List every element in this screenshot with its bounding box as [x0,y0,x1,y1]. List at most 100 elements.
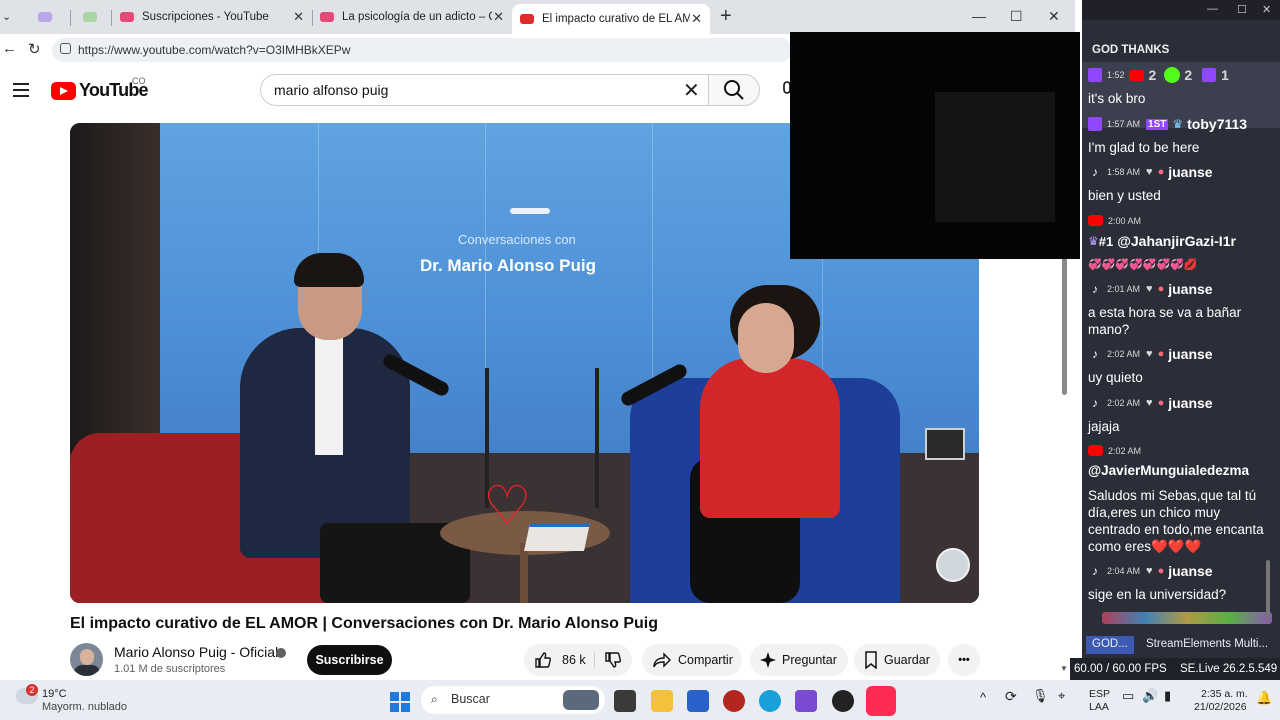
chat-username: juanse [1168,281,1213,297]
chat-time: 2:02 AM [1108,445,1142,456]
task-view-icon[interactable] [614,690,636,712]
scroll-down-arrow-icon[interactable]: ▼ [1060,664,1068,673]
country-code: CO [132,76,146,86]
reload-icon[interactable]: ↻ [28,40,41,58]
chat-maximize-icon[interactable]: ☐ [1237,3,1247,16]
dock-tab-god[interactable]: GOD... [1086,636,1134,654]
weather-badge: 2 [26,684,38,696]
heart-badge-icon: ♥ [1146,397,1153,409]
backdrop-glow [510,208,550,214]
windows-start-icon[interactable] [390,692,410,712]
like-divider [594,652,595,668]
maximize-button[interactable]: ☐ [1010,8,1023,25]
language-line1[interactable]: ESP [1089,688,1110,700]
obs-status-bar: 60.00 / 60.00 FPS SE.Live 26.2.5.549 [1070,658,1280,680]
site-info-icon[interactable] [60,43,71,54]
weather-description[interactable]: Mayorm. nublado [42,701,127,713]
search-highlight-image [563,690,599,710]
dock-tab-streamelements[interactable]: StreamElements Multi... [1140,636,1274,654]
clock-date[interactable]: 21/02/2026 [1194,701,1247,713]
tiktok-icon: ♪ [1092,396,1098,410]
chat-username: @JahanjirGazi-I1r [1117,233,1236,249]
speaker-box [925,428,965,460]
kick-icon [1164,67,1181,83]
menu-icon[interactable] [13,83,29,101]
chat-message-header: ♪ 2:02 AM ♥ ● juanse [1088,395,1213,411]
chat-dock-tabs: GOD... StreamElements Multi... [1082,633,1280,655]
browser-tab-1[interactable] [30,4,70,30]
app-red-shield-icon[interactable] [723,690,745,712]
thumbs-up-icon[interactable] [534,651,552,669]
chat-close-icon[interactable]: ✕ [1262,3,1271,16]
save-button[interactable]: Guardar [854,644,940,676]
chat-username: juanse [1168,346,1213,362]
weather-temp[interactable]: 19°C [42,688,67,700]
mic-tray-icon[interactable]: 🎙 [1032,689,1049,702]
tab-close-icon[interactable]: ✕ [493,9,504,25]
chat-message-header: ♪ 2:04 AM ♥ ● juanse [1088,563,1213,579]
thumbs-down-icon[interactable] [604,651,622,669]
game-app-icon[interactable] [795,690,817,712]
battery-icon[interactable]: ▮ [1164,689,1171,702]
chat-message-text: it's ok bro [1088,91,1146,106]
chat-message-header: ♪ 2:01 AM ♥ ● juanse [1088,281,1213,297]
youtube-favicon-icon [320,12,334,22]
chat-message-text: jajaja [1088,419,1120,434]
chat-username: juanse [1168,563,1213,579]
chat-message-header: ♪ 1:58 AM ♥ ● juanse [1088,164,1213,180]
browser-tab-subscriptions[interactable]: Suscripciones - YouTube ✕ [112,4,312,30]
sync-icon[interactable]: ⟳ [1005,689,1017,703]
clock-time[interactable]: 2:35 a. m. [1201,688,1248,700]
gift-badge-icon: ● [1157,565,1165,577]
store-app-icon[interactable] [687,690,709,712]
language-line2[interactable]: LAA [1089,701,1109,713]
tiktok-live-icon[interactable] [866,686,896,716]
notification-bell-icon[interactable]: 🔔 [1256,691,1272,704]
share-button[interactable]: Compartir [642,644,742,676]
new-tab-button[interactable]: + [720,5,732,28]
chat-minimize-icon[interactable]: — [1207,3,1218,15]
tab-close-icon[interactable]: ✕ [691,11,702,27]
taskbar-search-box[interactable]: ⌕ Buscar [421,686,605,714]
version-label: SE.Live 26.2.5.549 [1180,663,1278,675]
chat-scrollbar[interactable] [1266,560,1270,620]
mic-stand [595,368,599,508]
channel-watermark-avatar[interactable] [936,548,970,582]
tab-favicon [38,12,52,22]
subscribe-button[interactable]: Suscribirse [307,645,392,675]
like-count[interactable]: 86 k [562,653,586,667]
youtube-favicon-icon [520,14,534,24]
volume-icon[interactable]: 🔊 [1142,689,1158,702]
youtube-count: 2 [1148,67,1157,83]
tab-close-icon[interactable]: ✕ [293,9,304,25]
chat-time: 2:01 AM [1107,284,1141,294]
rank-badge: #1 [1098,233,1114,249]
search-input[interactable]: mario alfonso puig [260,74,708,106]
ask-button[interactable]: Preguntar [750,644,848,676]
obs-icon[interactable] [832,690,854,712]
browser-tab-psicologia[interactable]: La psicología de un adicto – Carl J ✕ [312,4,512,30]
browser-tab-active[interactable]: El impacto curativo de EL AMOR | ✕ [512,4,710,34]
file-explorer-icon[interactable] [651,690,673,712]
woman-head [738,303,794,373]
tab-list-chevron-icon[interactable]: ⌄ [2,10,11,23]
youtube-favicon-icon [120,12,134,22]
chat-time: 2:00 AM [1108,215,1142,226]
chat-header: GOD THANKS [1092,44,1170,56]
back-arrow-icon[interactable]: ← [2,40,17,57]
network-icon[interactable]: ▭ [1122,689,1134,702]
ask-label: Preguntar [782,653,837,667]
browser-tab-2[interactable] [75,4,111,30]
clear-search-icon[interactable]: ✕ [683,78,700,103]
first-badge: 1ST [1146,118,1169,130]
search-button[interactable] [708,74,760,106]
url-field[interactable]: https://www.youtube.com/watch?v=O3IMHBkX… [52,38,792,62]
edge-browser-icon[interactable] [759,690,781,712]
minimize-button[interactable]: — [972,8,986,24]
tray-overflow-icon[interactable]: ^ [980,691,986,704]
channel-avatar[interactable] [70,643,103,676]
close-window-button[interactable]: ✕ [1048,8,1060,25]
channel-name[interactable]: Mario Alonso Puig - Oficial [114,644,278,660]
more-actions-button[interactable]: ••• [948,644,980,676]
location-icon[interactable]: ⌖ [1058,689,1065,702]
